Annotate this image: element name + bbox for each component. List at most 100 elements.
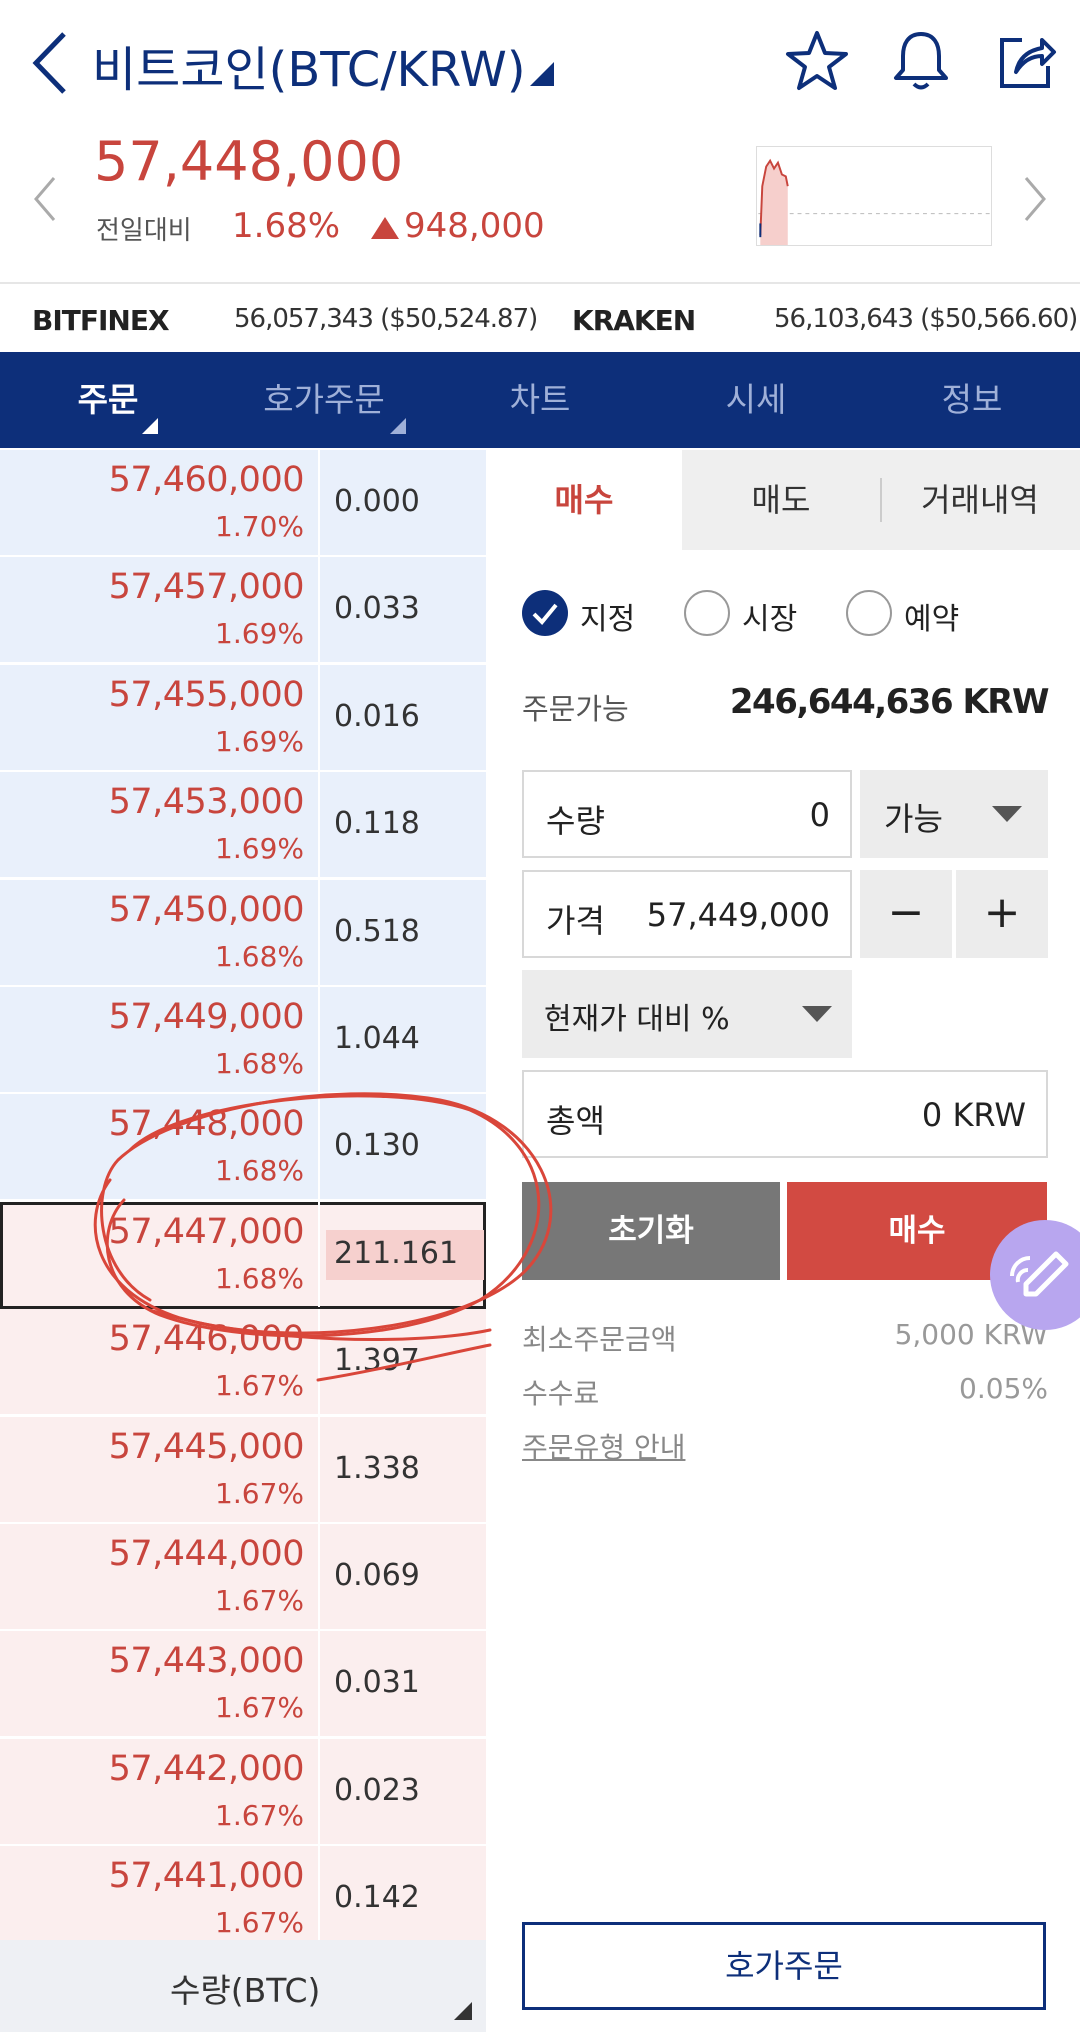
order-book-row[interactable]: 57,441,000 1.67% 0.142: [0, 1846, 486, 1953]
order-type-label: 지정: [580, 602, 636, 637]
row-quantity: 0.016: [334, 699, 420, 734]
price-cell[interactable]: 57,444,000 1.67%: [0, 1524, 320, 1629]
order-type-reserve[interactable]: 예약: [846, 590, 986, 640]
qty-unit-label: 수량(BTC): [170, 1971, 321, 2010]
quantity-mode-value: 가능: [884, 800, 943, 838]
back-icon[interactable]: [30, 28, 72, 98]
row-price: 57,453,000: [108, 782, 305, 822]
row-price: 57,442,000: [108, 1749, 305, 1789]
price-decrease-button[interactable]: −: [860, 870, 952, 958]
price-cell[interactable]: 57,455,000 1.69%: [0, 665, 320, 770]
quantity-mode-select[interactable]: 가능: [860, 770, 1048, 858]
prev-day-label: 전일대비: [96, 216, 192, 246]
exchange-value: 56,057,343 ($50,524.87): [234, 304, 538, 334]
price-cell[interactable]: 57,448,000 1.68%: [0, 1094, 320, 1199]
order-book-row[interactable]: 57,457,000 1.69% 0.033: [0, 557, 486, 664]
row-change-pct: 1.67%: [215, 1906, 304, 1939]
order-book-row[interactable]: 57,443,000 1.67% 0.031: [0, 1631, 486, 1738]
price-cell[interactable]: 57,453,000 1.69%: [0, 772, 320, 877]
price-field[interactable]: 가격 57,449,000: [522, 870, 852, 958]
price-ratio-select[interactable]: 현재가 대비 %: [522, 970, 852, 1058]
row-quantity: 0.000: [334, 484, 420, 519]
row-change-pct: 1.69%: [215, 725, 304, 758]
order-book-row[interactable]: 57,442,000 1.67% 0.023: [0, 1739, 486, 1846]
row-quantity: 0.118: [334, 806, 420, 841]
price-value: 57,449,000: [646, 896, 830, 934]
total-field[interactable]: 총액 0 KRW: [522, 1070, 1048, 1158]
order-book-row[interactable]: 57,444,000 1.67% 0.069: [0, 1524, 486, 1631]
order-book-row[interactable]: 57,460,000 1.70% 0.000: [0, 450, 486, 557]
exchange-value: 56,103,643 ($50,566.60): [774, 304, 1078, 334]
row-change-pct: 1.68%: [215, 1262, 304, 1295]
order-book-row[interactable]: 57,455,000 1.69% 0.016: [0, 665, 486, 772]
order-book-row[interactable]: 57,450,000 1.68% 0.518: [0, 880, 486, 987]
quantity-field[interactable]: 수량 0: [522, 770, 852, 858]
order-book-row[interactable]: 57,453,000 1.69% 0.118: [0, 772, 486, 879]
row-price: 57,450,000: [108, 890, 305, 930]
coin-title[interactable]: 비트코인(BTC/KRW): [92, 30, 526, 100]
row-change-pct: 1.67%: [215, 1477, 304, 1510]
tab-sell[interactable]: 매도: [682, 450, 880, 550]
row-quantity: 1.397: [334, 1343, 420, 1378]
pen-icon: [1010, 1251, 1069, 1297]
price-cell[interactable]: 57,445,000 1.67%: [0, 1417, 320, 1522]
price-cell[interactable]: 57,449,000 1.68%: [0, 987, 320, 1092]
order-book-row[interactable]: 57,449,000 1.68% 1.044: [0, 987, 486, 1094]
order-book-row-current[interactable]: 57,447,000 1.68% 211.161: [0, 1202, 486, 1309]
min-order-label: 최소주문금액: [522, 1323, 677, 1356]
price-cell[interactable]: 57,442,000 1.67%: [0, 1739, 320, 1844]
bell-icon[interactable]: [888, 28, 954, 94]
star-icon[interactable]: [784, 28, 850, 94]
price-cell[interactable]: 57,460,000 1.70%: [0, 450, 320, 555]
tab-chart[interactable]: 차트: [432, 352, 648, 448]
price-cell[interactable]: 57,446,000 1.67%: [0, 1309, 320, 1414]
next-coin-icon[interactable]: [1020, 174, 1050, 224]
current-price: 57,448,000: [94, 130, 404, 193]
order-type-guide-link[interactable]: 주문유형 안내: [522, 1426, 685, 1466]
row-quantity: 0.130: [334, 1128, 420, 1163]
reset-button[interactable]: 초기화: [522, 1182, 780, 1280]
quantity-label: 수량: [546, 802, 605, 840]
order-book-row[interactable]: 57,448,000 1.68% 0.130: [0, 1094, 486, 1201]
fee-label: 수수료: [522, 1377, 600, 1410]
price-cell[interactable]: 57,443,000 1.67%: [0, 1631, 320, 1736]
row-price: 57,444,000: [108, 1534, 305, 1574]
order-book-row[interactable]: 57,445,000 1.67% 1.338: [0, 1417, 486, 1524]
radio-unchecked: [684, 590, 730, 636]
pen-fab[interactable]: [990, 1220, 1080, 1330]
tab-divider: [880, 478, 882, 522]
mini-chart[interactable]: [756, 146, 992, 246]
tab-quotes[interactable]: 시세: [648, 352, 864, 448]
tab-info[interactable]: 정보: [864, 352, 1080, 448]
tab-order[interactable]: 주문: [0, 352, 216, 448]
chevron-down-icon: [802, 1006, 832, 1022]
row-change-pct: 1.70%: [215, 510, 304, 543]
price-cell[interactable]: 57,457,000 1.69%: [0, 557, 320, 662]
row-change-pct: 1.69%: [215, 832, 304, 865]
tab-buy[interactable]: 매수: [486, 450, 682, 550]
total-value: 0 KRW: [921, 1096, 1026, 1134]
row-quantity: 1.044: [334, 1021, 420, 1056]
price-increase-button[interactable]: +: [956, 870, 1048, 958]
order-type-limit[interactable]: 지정: [522, 590, 652, 640]
foreign-exchange-prices: BITFINEX 56,057,343 ($50,524.87) KRAKEN …: [0, 282, 1080, 352]
row-price: 57,460,000: [108, 460, 305, 500]
tab-history[interactable]: 거래내역: [880, 450, 1080, 550]
row-change-pct: 1.68%: [215, 1047, 304, 1080]
order-book-row[interactable]: 57,446,000 1.67% 1.397: [0, 1309, 486, 1416]
price-cell[interactable]: 57,447,000 1.68%: [0, 1202, 320, 1307]
price-cell[interactable]: 57,450,000 1.68%: [0, 880, 320, 985]
price-cell[interactable]: 57,441,000 1.67%: [0, 1846, 320, 1951]
hoga-order-button[interactable]: 호가주문: [522, 1922, 1046, 2010]
row-price: 57,445,000: [108, 1427, 305, 1467]
share-icon[interactable]: [992, 28, 1058, 94]
dropdown-caret-icon[interactable]: [530, 62, 554, 86]
row-quantity: 0.069: [334, 1558, 420, 1593]
prev-coin-icon[interactable]: [30, 174, 60, 224]
row-change-pct: 1.68%: [215, 1154, 304, 1187]
order-type-market[interactable]: 시장: [684, 590, 814, 640]
up-triangle-icon: [371, 216, 399, 239]
order-book-footer[interactable]: 수량(BTC): [0, 1940, 486, 2032]
row-price: 57,446,000: [108, 1319, 305, 1359]
total-label: 총액: [546, 1102, 605, 1140]
